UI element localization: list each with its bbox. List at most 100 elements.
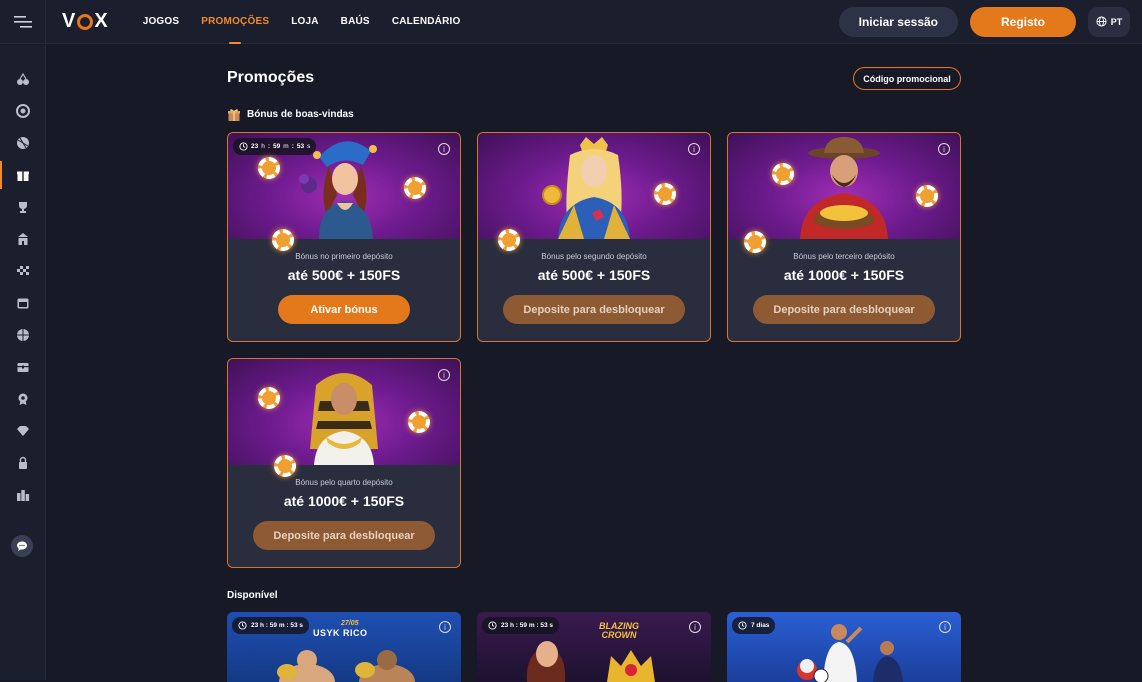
cowboy-character-illustration xyxy=(782,135,906,239)
info-icon[interactable]: i xyxy=(688,143,700,155)
nav-promocoes[interactable]: PROMOÇÕES xyxy=(201,0,269,44)
gift-icon[interactable] xyxy=(0,165,46,185)
main-nav: JOGOS PROMOÇÕES LOJA BAÚS CALENDÁRIO xyxy=(143,0,461,44)
timer-text: 23 h : 59 m : 53 s xyxy=(251,622,303,629)
top-bar: VX JOGOS PROMOÇÕES LOJA BAÚS CALENDÁRIO … xyxy=(0,0,1142,44)
info-icon[interactable]: i xyxy=(938,143,950,155)
info-icon[interactable]: i xyxy=(939,621,951,633)
deposit-to-unlock-button[interactable]: Deposite para desbloquear xyxy=(503,295,685,324)
info-icon[interactable]: i xyxy=(438,369,450,381)
bonus-subtitle: Bónus pelo segundo depósito xyxy=(478,252,710,261)
queen-character-illustration xyxy=(534,135,654,239)
available-promo-card-sports[interactable]: 7 dias i xyxy=(727,612,961,682)
available-promo-card-boxing[interactable]: 23 h : 59 m : 53 s i 27/05 USYK RICO xyxy=(227,612,461,682)
page-title: Promoções xyxy=(227,69,314,87)
globe-icon xyxy=(1096,16,1107,27)
chip-icon xyxy=(408,411,430,433)
welcome-bonus-card-2: i Bónus pelo segundo depósito até 500€ +… xyxy=(477,132,711,342)
promo-art-cowboy: i xyxy=(728,133,960,239)
vox-logo[interactable]: VX xyxy=(62,10,109,33)
casino-chip-icon[interactable] xyxy=(0,101,46,121)
trophy-icon[interactable] xyxy=(0,197,46,217)
deposit-to-unlock-button[interactable]: Deposite para desbloquear xyxy=(753,295,935,324)
chip-icon xyxy=(916,185,938,207)
countdown-timer: 7 dias xyxy=(732,617,775,634)
diamond-icon[interactable] xyxy=(0,421,46,441)
bonus-amount: até 500€ + 150FS xyxy=(478,267,710,283)
leaderboard-icon[interactable] xyxy=(0,485,46,505)
register-button[interactable]: Registo xyxy=(970,7,1076,37)
jester-character-illustration xyxy=(289,135,399,239)
promo-art-cleopatra: i xyxy=(228,359,460,465)
calendar-icon[interactable] xyxy=(0,293,46,313)
sidebar xyxy=(0,45,46,680)
login-button[interactable]: Iniciar sessão xyxy=(839,7,958,37)
bonus-subtitle: Bónus no primeiro depósito xyxy=(228,252,460,261)
timer-text: 7 dias xyxy=(751,622,769,629)
language-selector[interactable]: PT xyxy=(1088,7,1130,37)
countdown-timer: 23 h : 59 m : 53 s xyxy=(232,617,309,634)
info-icon[interactable]: i xyxy=(689,621,701,633)
timer-hours-unit: h xyxy=(261,143,265,150)
clock-icon xyxy=(239,142,248,151)
nav-baus[interactable]: BAÚS xyxy=(341,0,370,44)
clock-icon xyxy=(238,621,247,630)
racing-flag-icon[interactable] xyxy=(0,261,46,281)
welcome-bonus-card-4: i Bónus pelo quarto depósito até 1000€ +… xyxy=(227,358,461,568)
gift-icon xyxy=(227,108,241,121)
main-content: Promoções Código promocional Bónus de bo… xyxy=(47,45,1142,680)
deposit-to-unlock-button[interactable]: Deposite para desbloquear xyxy=(253,521,435,550)
nav-jogos[interactable]: JOGOS xyxy=(143,0,180,44)
welcome-bonus-card-1: 23h: 59m: 53s i Bónus no primeiro depósi… xyxy=(227,132,461,342)
event-date: 27/05 xyxy=(341,620,359,627)
bonus-subtitle: Bónus pelo quarto depósito xyxy=(228,478,460,487)
language-label: PT xyxy=(1111,17,1123,27)
bonus-subtitle: Bónus pelo terceiro depósito xyxy=(728,252,960,261)
chip-icon xyxy=(274,455,296,477)
timer-text: 23 h : 59 m : 53 s xyxy=(501,622,553,629)
bonus-amount: até 1000€ + 150FS xyxy=(228,493,460,509)
lock-icon[interactable] xyxy=(0,453,46,473)
logo-chip-icon xyxy=(77,14,93,30)
info-icon[interactable]: i xyxy=(438,143,450,155)
activate-bonus-button[interactable]: Ativar bónus xyxy=(278,295,410,324)
chest-icon[interactable] xyxy=(0,357,46,377)
hamburger-menu-icon[interactable] xyxy=(0,0,46,44)
nav-loja[interactable]: LOJA xyxy=(291,0,318,44)
bonus-amount: até 1000€ + 150FS xyxy=(728,267,960,283)
info-icon[interactable]: i xyxy=(439,621,451,633)
cherries-icon[interactable] xyxy=(0,69,46,89)
welcome-section-title: Bónus de boas-vindas xyxy=(227,108,354,121)
cleopatra-character-illustration xyxy=(294,361,394,465)
chip-icon xyxy=(258,387,280,409)
chip-icon xyxy=(654,183,676,205)
welcome-bonus-card-3: i Bónus pelo terceiro depósito até 1000€… xyxy=(727,132,961,342)
timer-separator: : xyxy=(268,143,270,150)
blazing-crown-illustration xyxy=(507,632,677,682)
bonus-amount: até 500€ + 150FS xyxy=(228,267,460,283)
clock-icon xyxy=(488,621,497,630)
badge-icon[interactable] xyxy=(0,389,46,409)
chip-icon xyxy=(498,229,520,251)
available-promo-card-blazing-crown[interactable]: 23 h : 59 m : 53 s i BLAZING CROWN xyxy=(477,612,711,682)
boxers-illustration xyxy=(267,642,427,682)
nav-calendario[interactable]: CALENDÁRIO xyxy=(392,0,461,44)
timer-minutes-unit: m xyxy=(283,143,288,150)
timer-hours: 23 xyxy=(251,143,258,150)
welcome-section-label: Bónus de boas-vindas xyxy=(247,109,354,120)
chat-icon[interactable] xyxy=(11,535,33,557)
chip-icon xyxy=(404,177,426,199)
available-section-title: Disponível xyxy=(227,590,278,601)
promo-art-queen: i xyxy=(478,133,710,239)
promo-art-jester: 23h: 59m: 53s i xyxy=(228,133,460,239)
promo-code-button[interactable]: Código promocional xyxy=(853,67,961,90)
shop-icon[interactable] xyxy=(0,229,46,249)
event-title: USYK RICO xyxy=(313,628,368,638)
chip-icon xyxy=(744,231,766,253)
basketball-icon[interactable] xyxy=(0,325,46,345)
timer-minutes: 59 xyxy=(273,143,280,150)
sports-ball-icon[interactable] xyxy=(0,133,46,153)
clock-icon xyxy=(738,621,747,630)
chip-icon xyxy=(258,157,280,179)
athletes-illustration xyxy=(777,622,927,682)
